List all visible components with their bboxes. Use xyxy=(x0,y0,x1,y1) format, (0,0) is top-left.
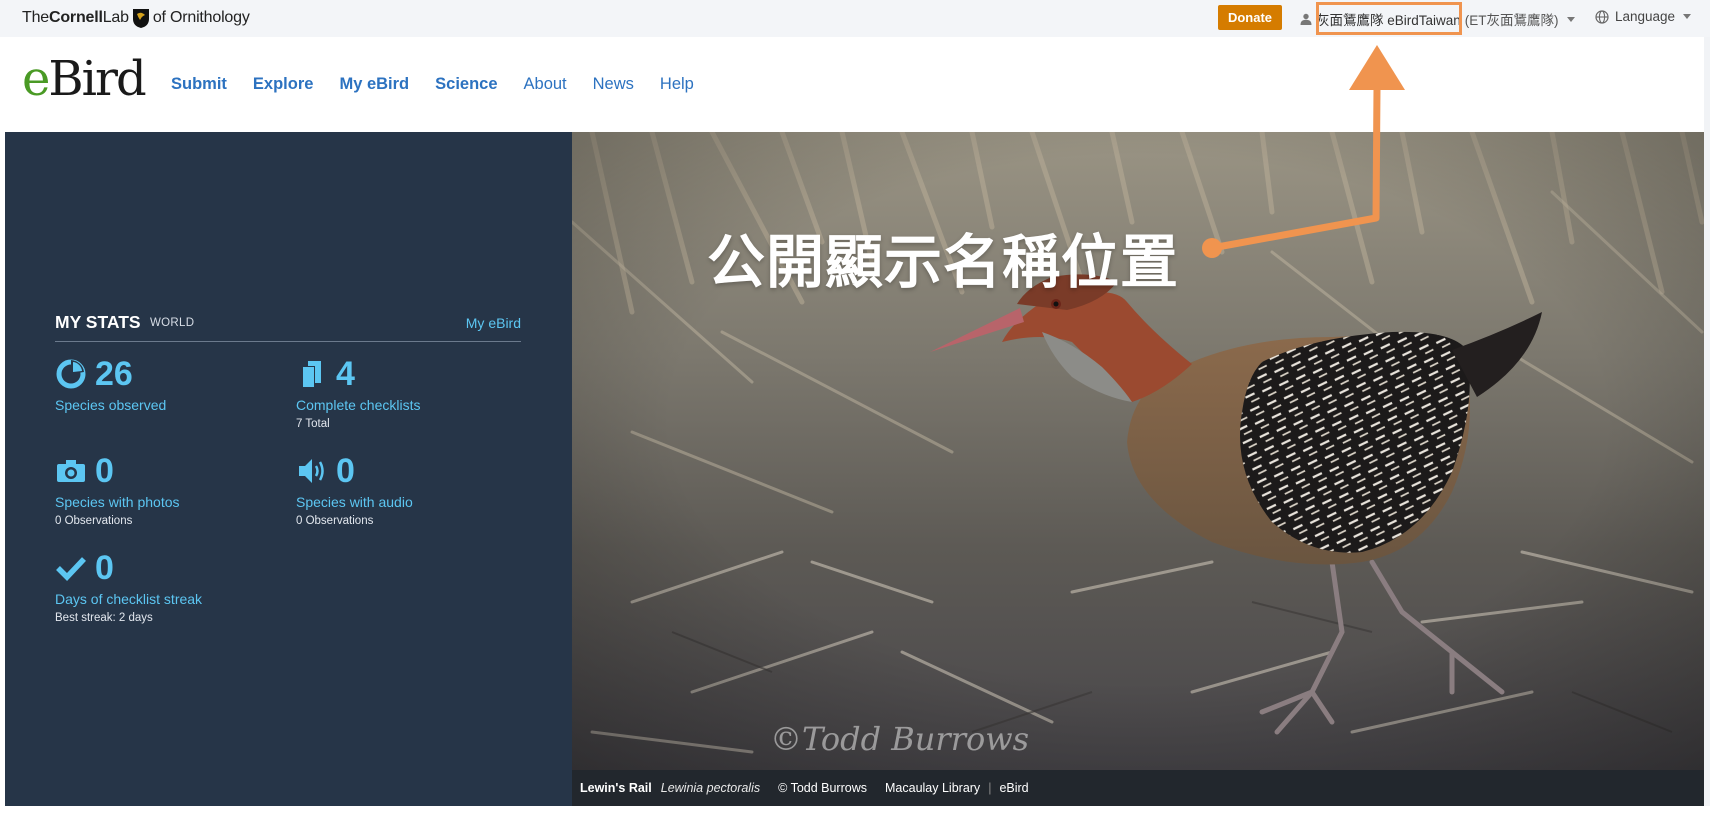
photo-caption-bar: Lewin's Rail Lewinia pectoralis © Todd B… xyxy=(572,770,1704,806)
arrow-line xyxy=(1211,87,1381,252)
caption-ebird-link[interactable]: eBird xyxy=(999,781,1028,795)
caption-scientific-name: Lewinia pectoralis xyxy=(660,781,761,795)
page-bottom-strip xyxy=(0,806,1710,820)
caption-macaulay-link[interactable]: Macaulay Library xyxy=(885,781,980,795)
page-right-margin xyxy=(1704,37,1710,820)
caption-credit: © Todd Burrows xyxy=(778,781,867,795)
caption-common-name[interactable]: Lewin's Rail xyxy=(580,781,652,795)
arrow-head-icon xyxy=(1349,45,1405,90)
annotation-arrow xyxy=(1202,45,1405,258)
caption-separator: | xyxy=(988,781,992,795)
